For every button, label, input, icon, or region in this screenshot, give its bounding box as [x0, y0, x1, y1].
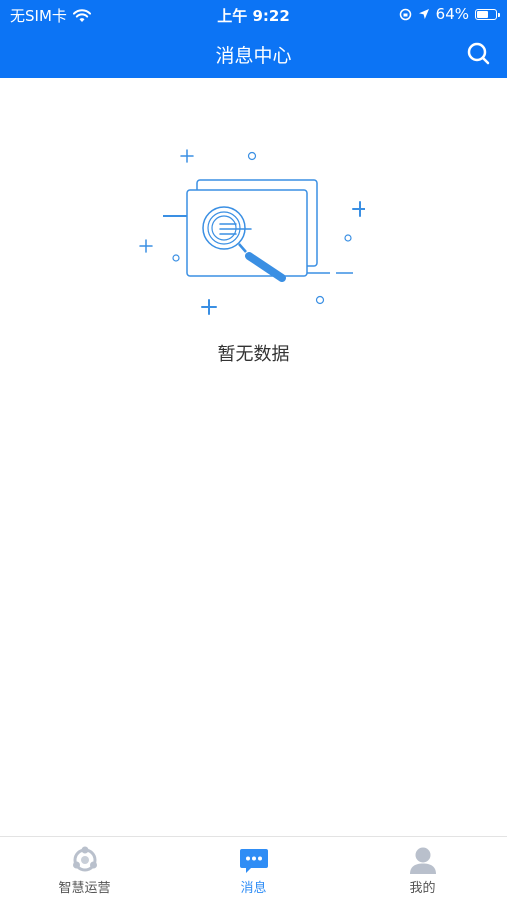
profile-icon: [409, 847, 436, 874]
dot-decoration: [172, 254, 180, 262]
message-center-screen: 无SIM卡 上午 9:22 64% 消息中心 暂无数据 智慧运营 消息 我的: [0, 0, 507, 900]
battery-cap: [498, 12, 500, 17]
location-arrow-icon: [418, 9, 429, 19]
tab-label: 我的: [409, 881, 436, 896]
search-icon[interactable]: [465, 40, 493, 68]
status-bar: 无SIM卡 上午 9:22 64%: [0, 0, 507, 30]
dot-decoration: [315, 295, 325, 305]
status-right: 64%: [399, 5, 500, 23]
battery-icon: [475, 8, 500, 20]
empty-state-text: 暂无数据: [217, 344, 290, 365]
dot-decoration: [344, 234, 352, 242]
plus-sparkle-icon: [139, 239, 153, 253]
operations-icon: [72, 846, 97, 872]
navigation-bar: 消息中心: [0, 30, 507, 78]
message-icon: [239, 849, 268, 873]
tab-operations[interactable]: 智慧运营: [0, 837, 169, 900]
plus-sparkle-icon: [180, 149, 194, 163]
battery-fill: [477, 10, 488, 18]
empty-state-illustration: [139, 149, 365, 315]
page-title: 消息中心: [215, 45, 292, 67]
tab-messages[interactable]: 消息: [169, 837, 338, 900]
tab-profile[interactable]: 我的: [338, 837, 507, 900]
dot-decoration: [247, 151, 257, 161]
tab-label: 消息: [240, 881, 267, 896]
battery-percent: 64%: [435, 5, 469, 23]
plus-sparkle-icon: [352, 201, 365, 217]
plus-sparkle-icon: [201, 299, 217, 315]
tab-label: 智慧运营: [58, 881, 111, 896]
tab-bar: 智慧运营 消息 我的: [0, 836, 507, 900]
rotation-lock-icon: [399, 8, 411, 20]
